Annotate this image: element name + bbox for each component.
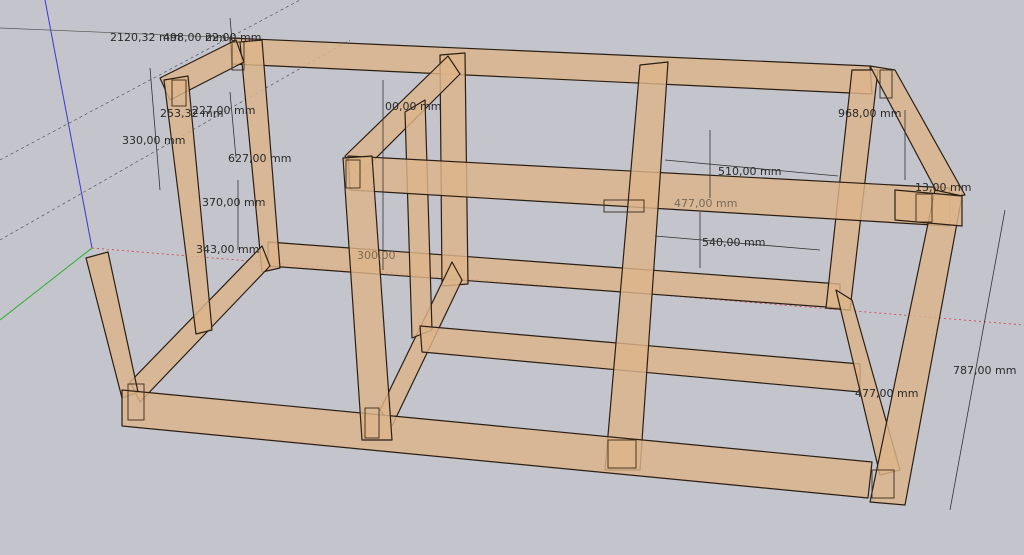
dim-post-c: 343,00 mm bbox=[196, 243, 259, 256]
back-top-rail bbox=[229, 37, 873, 95]
dim-left-height: 330,00 mm bbox=[122, 134, 185, 147]
dim-left-tab2: 227,00 mm bbox=[192, 104, 255, 117]
axis-blue bbox=[44, 0, 93, 249]
left-front-post bbox=[85, 251, 139, 399]
model-viewport[interactable]: 2120,32 mm 498,00 mm 22,00 mm 253,32 mm … bbox=[0, 0, 1024, 555]
dim-total-height: 787,00 mm bbox=[953, 364, 1016, 377]
dim-post-a: 627,00 mm bbox=[228, 152, 291, 165]
dim-mid-span: 510,00 mm bbox=[718, 165, 781, 178]
divider-back-post bbox=[404, 99, 433, 339]
dim-inner-height: 300,00 bbox=[357, 249, 396, 262]
dim-top-small: 22,00 mm bbox=[205, 31, 261, 44]
dim-mid-depth: 477,00 mm bbox=[674, 197, 737, 210]
front-mid-post bbox=[604, 61, 669, 471]
front-bottom-rail bbox=[121, 389, 873, 499]
dim-lower-span: 540,00 mm bbox=[702, 236, 765, 249]
frame-drawing: 2120,32 mm 498,00 mm 22,00 mm 253,32 mm … bbox=[0, 0, 1024, 511]
dim-post-b: 370,00 mm bbox=[202, 196, 265, 209]
right-front-post bbox=[869, 189, 963, 506]
right-top-rail bbox=[869, 65, 966, 199]
dim-right-lower: 477,00 mm bbox=[855, 387, 918, 400]
axis-green bbox=[0, 247, 93, 321]
right-cross bbox=[894, 189, 963, 227]
dim-right-small: 13,00 mm bbox=[915, 181, 971, 194]
dim-right-width: 968,00 mm bbox=[838, 107, 901, 120]
divider-front-post bbox=[342, 155, 393, 441]
dim-inner-post: 00,00 mm bbox=[385, 100, 441, 113]
